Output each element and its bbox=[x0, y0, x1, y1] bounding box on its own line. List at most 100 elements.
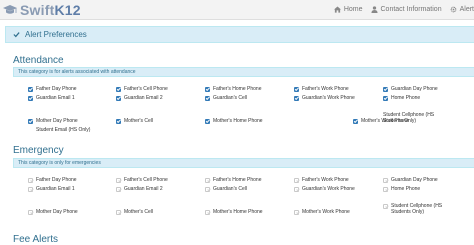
user-icon bbox=[370, 6, 378, 13]
option-label: Father Day Phone bbox=[36, 177, 77, 183]
option-label: Guardian Email 1 bbox=[36, 95, 75, 101]
option-label: Guardian's Work Phone bbox=[302, 95, 355, 101]
attendance-option[interactable]: Guardian Email 2 bbox=[116, 95, 163, 101]
option-label: Mother's Cell bbox=[124, 118, 154, 124]
attendance-option[interactable]: Student Cellphone (HS Students Only) bbox=[383, 112, 445, 124]
checkbox-checked[interactable] bbox=[294, 86, 299, 92]
emergency-option[interactable]: Father's Home Phone bbox=[205, 177, 261, 183]
attendance-option[interactable]: Guardian's Work Phone bbox=[294, 95, 355, 101]
gear-icon bbox=[450, 6, 456, 13]
brand-logo[interactable]: SwiftK12 bbox=[3, 1, 81, 18]
checkbox-checked[interactable] bbox=[205, 95, 210, 101]
checkbox-checked[interactable] bbox=[116, 86, 121, 92]
attendance-option[interactable]: Father's Home Phone bbox=[205, 86, 261, 92]
option-label: Guardian Day Phone bbox=[391, 86, 438, 92]
checkbox-unchecked[interactable] bbox=[205, 177, 210, 183]
checkbox-unchecked[interactable] bbox=[116, 209, 121, 215]
option-label: Mother's Work Phone bbox=[302, 209, 350, 215]
checkbox-unchecked[interactable] bbox=[28, 177, 33, 183]
checkbox-unchecked[interactable] bbox=[383, 186, 388, 192]
option-label: Guardian Email 1 bbox=[36, 186, 75, 192]
checkbox-unchecked[interactable] bbox=[28, 209, 33, 215]
emergency-option[interactable]: Mother Day Phone bbox=[28, 209, 78, 215]
emergency-option[interactable]: Guardian Email 2 bbox=[116, 186, 163, 192]
checkbox-unchecked[interactable] bbox=[294, 209, 299, 215]
checkbox-checked[interactable] bbox=[294, 95, 299, 101]
attendance-option[interactable]: Guardian Day Phone bbox=[383, 86, 438, 92]
option-label: Father's Cell Phone bbox=[124, 177, 168, 183]
panel-title: Alert Preferences bbox=[25, 30, 87, 39]
attendance-option[interactable]: Mother's Cell bbox=[116, 118, 153, 124]
checkbox-checked[interactable] bbox=[383, 86, 388, 92]
checkbox-unchecked[interactable] bbox=[116, 177, 121, 183]
emergency-info: This category is only for emergencies bbox=[13, 158, 474, 168]
attendance-option[interactable]: Home Phone bbox=[383, 95, 420, 101]
emergency-option[interactable]: Guardian Day Phone bbox=[383, 177, 438, 183]
attendance-option[interactable]: Guardian's Cell bbox=[205, 95, 247, 101]
emergency-option[interactable]: Home Phone bbox=[383, 186, 420, 192]
option-label: Father's Work Phone bbox=[302, 86, 349, 92]
emergency-option[interactable]: Mother's Work Phone bbox=[294, 209, 350, 215]
emergency-option[interactable]: Mother's Cell bbox=[116, 209, 153, 215]
option-label: Mother's Home Phone bbox=[213, 209, 263, 215]
attendance-option[interactable]: Father's Cell Phone bbox=[116, 86, 168, 92]
emergency-option[interactable]: Student Cellphone (HS Students Only) bbox=[383, 203, 453, 215]
graduation-cap-icon bbox=[3, 4, 17, 14]
nav-alert-link[interactable]: Alert bbox=[450, 6, 474, 13]
attendance-option[interactable]: Father's Work Phone bbox=[294, 86, 349, 92]
checkbox-checked[interactable] bbox=[383, 95, 388, 101]
option-label: Guardian's Cell bbox=[213, 186, 248, 192]
checkbox-unchecked[interactable] bbox=[28, 186, 33, 192]
option-label: Guardian Day Phone bbox=[391, 177, 438, 183]
emergency-option[interactable]: Father Day Phone bbox=[28, 177, 77, 183]
nav-links: Home Contact Information Alert bbox=[326, 0, 474, 19]
nav-home-link[interactable]: Home bbox=[333, 6, 363, 13]
option-label: Father's Home Phone bbox=[213, 177, 262, 183]
emergency-option[interactable]: Father's Cell Phone bbox=[116, 177, 168, 183]
nav-alert-label: Alert bbox=[459, 6, 474, 13]
attendance-option[interactable]: Mother's Home Phone bbox=[205, 118, 263, 124]
checkbox-unchecked[interactable] bbox=[205, 186, 210, 192]
checkbox-checked[interactable] bbox=[116, 95, 121, 101]
checkbox-unchecked[interactable] bbox=[383, 177, 388, 183]
checkbox-checked[interactable] bbox=[28, 95, 33, 101]
emergency-option[interactable]: Guardian's Cell bbox=[205, 186, 247, 192]
checkbox-unchecked[interactable] bbox=[294, 177, 299, 183]
checkbox-unchecked[interactable] bbox=[116, 186, 121, 192]
attendance-option[interactable]: Father Day Phone bbox=[28, 86, 77, 92]
option-label: Guardian Email 2 bbox=[124, 95, 163, 101]
option-label: Mother Day Phone bbox=[36, 118, 78, 124]
checkbox-checked[interactable] bbox=[205, 86, 210, 92]
checkbox-unchecked[interactable] bbox=[383, 203, 388, 209]
option-label: Mother's Cell bbox=[124, 209, 154, 215]
emergency-option[interactable]: Guardian's Work Phone bbox=[294, 186, 355, 192]
checkbox-checked[interactable] bbox=[353, 118, 358, 124]
nav-home-label: Home bbox=[343, 6, 363, 13]
brand-name: SwiftK12 bbox=[20, 2, 81, 18]
emergency-title: Emergency bbox=[13, 145, 64, 156]
option-label: Student Cellphone (HS Students Only) bbox=[383, 112, 435, 124]
attendance-info: This category is for alerts associated w… bbox=[13, 67, 474, 77]
emergency-option[interactable]: Guardian Email 1 bbox=[28, 186, 75, 192]
option-label: Guardian's Cell bbox=[213, 95, 248, 101]
option-label: Mother Day Phone bbox=[36, 209, 78, 215]
checkbox-checked[interactable] bbox=[116, 118, 121, 124]
checkbox-unchecked[interactable] bbox=[294, 186, 299, 192]
option-label: Father's Cell Phone bbox=[124, 86, 168, 92]
option-label: Guardian's Work Phone bbox=[302, 186, 355, 192]
emergency-option[interactable]: Mother's Home Phone bbox=[205, 209, 263, 215]
option-label: Father's Work Phone bbox=[302, 177, 349, 183]
attendance-option[interactable]: Student Email (HS Only) bbox=[28, 127, 90, 133]
checkbox-checked[interactable] bbox=[28, 86, 33, 92]
checkbox-checked[interactable] bbox=[28, 118, 33, 124]
nav-contact-link[interactable]: Contact Information bbox=[370, 6, 442, 13]
option-label: Father's Home Phone bbox=[213, 86, 262, 92]
attendance-option[interactable]: Guardian Email 1 bbox=[28, 95, 75, 101]
option-label: Student Email (HS Only) bbox=[36, 127, 91, 133]
emergency-option[interactable]: Father's Work Phone bbox=[294, 177, 349, 183]
attendance-option[interactable]: Mother Day Phone bbox=[28, 118, 78, 124]
fee-alerts-title: Fee Alerts bbox=[13, 234, 59, 245]
brand-k12: K12 bbox=[54, 1, 81, 18]
checkbox-checked[interactable] bbox=[205, 118, 210, 124]
checkbox-unchecked[interactable] bbox=[205, 209, 210, 215]
